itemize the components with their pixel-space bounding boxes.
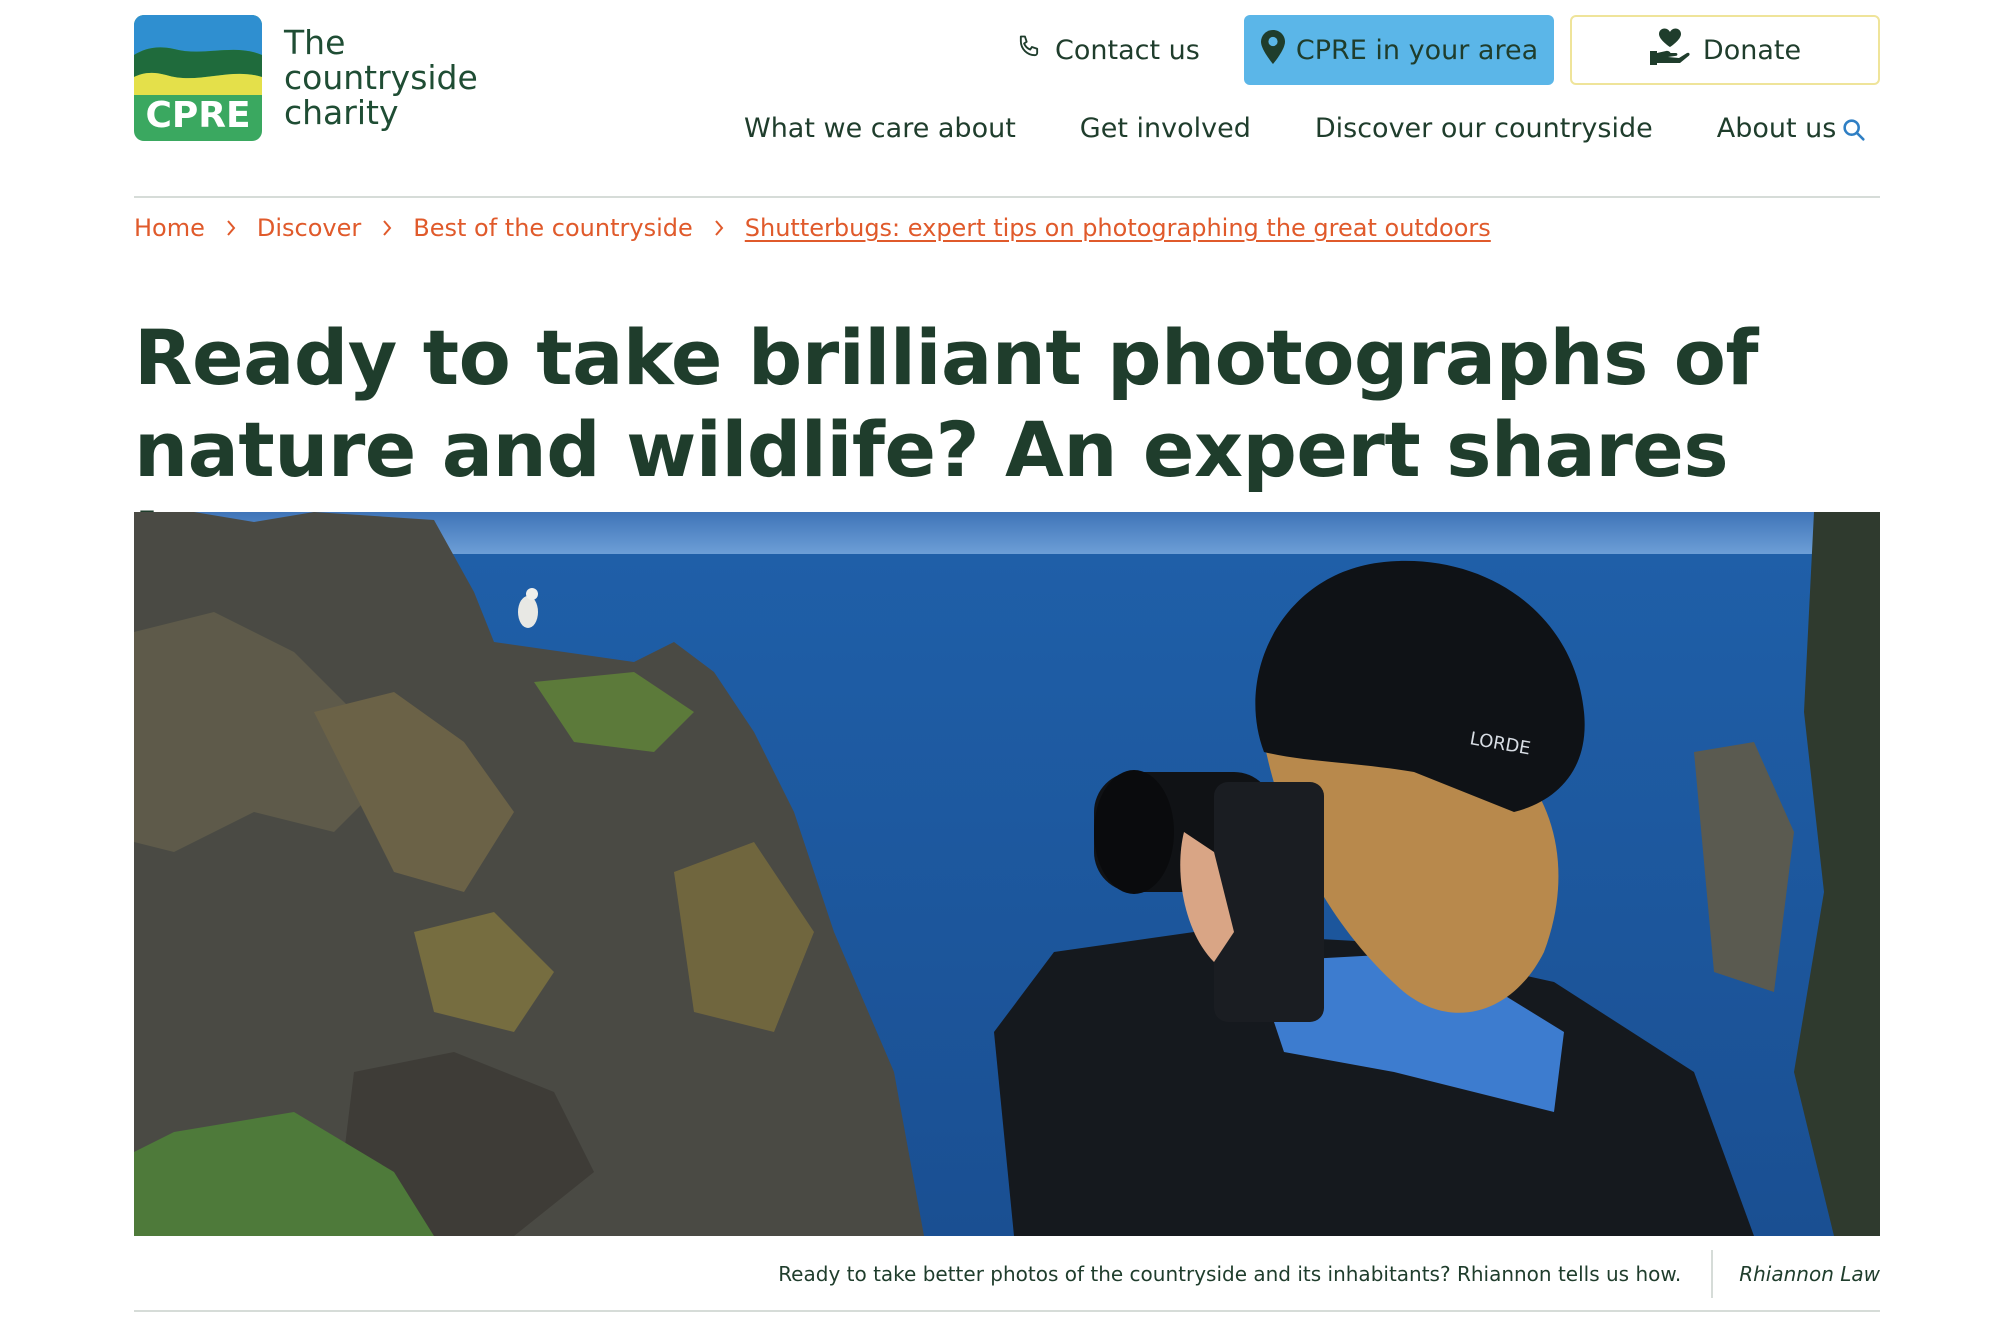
- contact-us-label: Contact us: [1055, 34, 1200, 66]
- map-pin-icon: [1260, 29, 1286, 72]
- logo-line-3: charity: [284, 93, 399, 132]
- header-divider: [134, 196, 1880, 198]
- hand-heart-icon: [1649, 27, 1691, 74]
- search-icon: [1843, 119, 1865, 141]
- chevron-right-icon: [713, 219, 725, 237]
- nav-item-discover-our-countryside[interactable]: Discover our countryside: [1315, 113, 1653, 144]
- chevron-right-icon: [225, 219, 237, 237]
- cpre-logo-badge: CPRE: [134, 15, 262, 141]
- breadcrumb: Home Discover Best of the countryside Sh…: [134, 214, 1491, 242]
- cpre-in-your-area-button[interactable]: CPRE in your area: [1244, 15, 1554, 85]
- caption-text: Ready to take better photos of the count…: [778, 1262, 1682, 1286]
- contact-us-link[interactable]: Contact us: [1015, 15, 1200, 85]
- nav-item-about-us[interactable]: About us: [1717, 113, 1837, 144]
- area-button-label: CPRE in your area: [1295, 34, 1539, 66]
- search-button[interactable]: [1840, 116, 1868, 144]
- chevron-right-icon: [381, 219, 393, 237]
- breadcrumb-current-page[interactable]: Shutterbugs: expert tips on photographin…: [745, 214, 1491, 242]
- main-navigation: What we care about Get involved Discover…: [744, 108, 1900, 148]
- donate-button[interactable]: Donate: [1570, 15, 1880, 85]
- donate-label: Donate: [1702, 34, 1802, 66]
- logo-line-2: countryside: [284, 58, 478, 97]
- logo-badge-text: CPRE: [145, 95, 250, 136]
- nav-item-get-involved[interactable]: Get involved: [1080, 113, 1251, 144]
- hero-image: LORDE: [134, 512, 1880, 1236]
- breadcrumb-home[interactable]: Home: [134, 214, 205, 242]
- phone-icon: [1015, 33, 1043, 68]
- nav-item-what-we-care-about[interactable]: What we care about: [744, 113, 1016, 144]
- image-caption: Ready to take better photos of the count…: [778, 1250, 1880, 1298]
- breadcrumb-best-of-the-countryside[interactable]: Best of the countryside: [413, 214, 693, 242]
- photo-credit: Rhiannon Law: [1739, 1262, 1880, 1286]
- breadcrumb-discover[interactable]: Discover: [257, 214, 361, 242]
- site-logo[interactable]: CPRE The countryside charity: [134, 15, 479, 143]
- logo-wordmark: The countryside charity: [284, 25, 478, 130]
- logo-line-1: The: [284, 23, 346, 62]
- caption-divider: [1711, 1250, 1714, 1298]
- content-divider: [134, 1310, 1880, 1312]
